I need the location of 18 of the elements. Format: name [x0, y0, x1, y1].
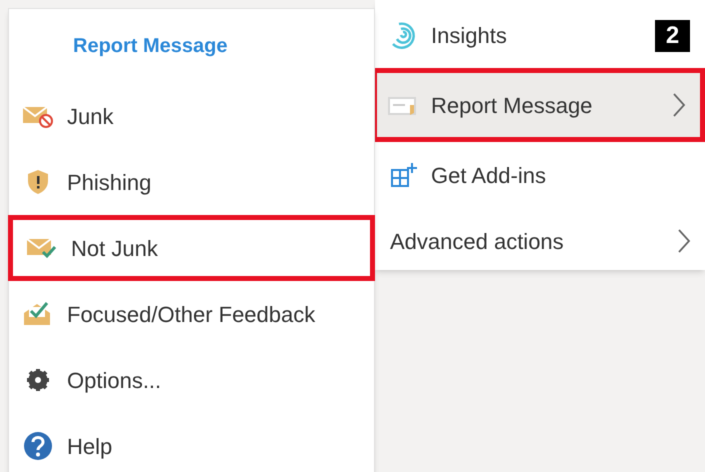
- menu-item[interactable]: Help: [9, 413, 374, 472]
- envelope-block-icon: [22, 104, 54, 128]
- menu-item[interactable]: Advanced actions: [375, 208, 705, 274]
- menu-item[interactable]: Get Add-ins: [375, 142, 645, 208]
- menu-item[interactable]: Report Message: [372, 68, 705, 142]
- menu-item[interactable]: Junk: [9, 83, 374, 149]
- shield-warning-icon: [26, 169, 50, 195]
- menu-item[interactable]: Phishing: [9, 149, 374, 215]
- menu-item[interactable]: Focused/Other Feedback: [9, 281, 374, 347]
- help-icon: [23, 431, 53, 461]
- menu-item[interactable]: Insights: [375, 2, 645, 68]
- add-ins-icon: [390, 161, 418, 189]
- envelope-check-icon: [26, 236, 58, 260]
- step-badge: 2: [655, 20, 690, 52]
- gear-icon: [26, 368, 50, 392]
- menu-item[interactable]: Options...: [9, 347, 374, 413]
- submenu-title: Report Message: [73, 34, 228, 59]
- menu-item[interactable]: Not Junk: [8, 215, 375, 281]
